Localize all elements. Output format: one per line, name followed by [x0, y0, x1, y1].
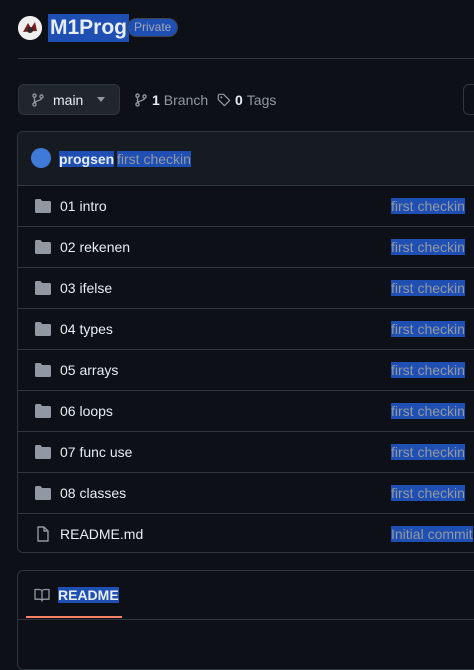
file-row[interactable]: 01 intro first checkin [18, 186, 474, 227]
file-commit-message[interactable]: first checkin [391, 198, 465, 214]
branch-selector-button[interactable]: main [18, 84, 120, 115]
file-commit-message[interactable]: first checkin [391, 485, 465, 501]
readme-tab-bar: README [18, 571, 474, 620]
tags-link[interactable]: 0 Tags [217, 92, 276, 108]
tag-label: Tags [246, 92, 277, 108]
file-name-link[interactable]: README.md [60, 526, 143, 542]
file-row[interactable]: README.md Initial commit [18, 514, 474, 552]
readme-tab-label: README [58, 587, 119, 603]
file-commit-message[interactable]: first checkin [391, 444, 465, 460]
book-icon [34, 588, 50, 602]
file-commit-message[interactable]: first checkin [391, 321, 465, 337]
file-commit-message[interactable]: first checkin [391, 280, 465, 296]
folder-icon [35, 281, 51, 295]
file-row[interactable]: 02 rekenen first checkin [18, 227, 474, 268]
repo-name-link[interactable]: M1Prog [48, 14, 130, 42]
file-name-link[interactable]: 07 func use [60, 444, 132, 460]
file-row[interactable]: 03 ifelse first checkin [18, 268, 474, 309]
file-commit-message[interactable]: first checkin [391, 362, 465, 378]
file-name-link[interactable]: 01 intro [60, 198, 107, 214]
folder-icon [35, 240, 51, 254]
author-avatar[interactable] [31, 148, 51, 168]
branch-name: main [53, 91, 84, 108]
folder-icon [35, 199, 51, 213]
file-row[interactable]: 04 types first checkin [18, 309, 474, 350]
git-branch-icon [32, 92, 44, 107]
file-commit-message[interactable]: first checkin [391, 403, 465, 419]
readme-panel: README [17, 570, 474, 670]
readme-tab[interactable]: README [34, 587, 119, 603]
file-name-link[interactable]: 02 rekenen [60, 239, 130, 255]
owner-avatar[interactable] [18, 16, 42, 40]
folder-icon [35, 404, 51, 418]
folder-icon [35, 445, 51, 459]
tag-count: 0 [235, 92, 243, 108]
file-row[interactable]: 06 loops first checkin [18, 391, 474, 432]
folder-icon [35, 322, 51, 336]
file-row[interactable]: 05 arrays first checkin [18, 350, 474, 391]
go-to-file-button[interactable] [463, 84, 474, 115]
chevron-down-icon [97, 97, 106, 102]
branch-label: Branch [163, 92, 209, 108]
latest-commit-bar: progsen first checkin [18, 132, 474, 186]
file-name-link[interactable]: 08 classes [60, 485, 126, 501]
file-name-link[interactable]: 04 types [60, 321, 113, 337]
branches-link[interactable]: 1 Branch [134, 92, 208, 108]
active-tab-underline [26, 616, 122, 618]
file-commit-message[interactable]: Initial commit [391, 526, 473, 542]
file-icon [37, 526, 49, 542]
folder-icon [35, 363, 51, 377]
file-name-link[interactable]: 05 arrays [60, 362, 118, 378]
tag-icon [217, 93, 231, 107]
header-divider [18, 58, 474, 59]
branch-count: 1 [152, 92, 160, 108]
file-list: progsen first checkin 01 intro first che… [17, 131, 474, 553]
file-row[interactable]: 07 func use first checkin [18, 432, 474, 473]
commit-message-link[interactable]: first checkin [117, 151, 191, 167]
commit-author-link[interactable]: progsen [59, 151, 115, 167]
folder-icon [35, 486, 51, 500]
visibility-badge: Private [127, 18, 179, 37]
git-branch-icon [135, 93, 147, 107]
file-row[interactable]: 08 classes first checkin [18, 473, 474, 514]
file-name-link[interactable]: 06 loops [60, 403, 113, 419]
file-name-link[interactable]: 03 ifelse [60, 280, 112, 296]
file-commit-message[interactable]: first checkin [391, 239, 465, 255]
